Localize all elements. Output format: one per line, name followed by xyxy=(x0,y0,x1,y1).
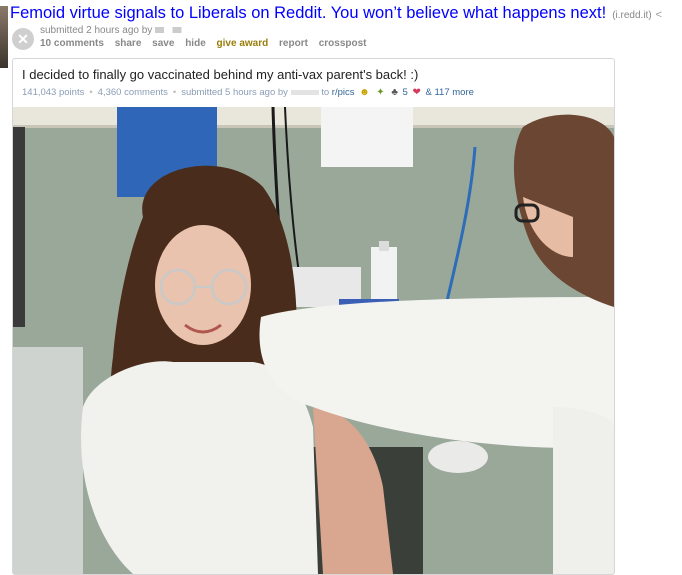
give-award-button[interactable]: give award xyxy=(217,38,269,49)
post-tagline: submitted 2 hours ago by xyxy=(40,25,200,36)
redacted-username xyxy=(155,27,200,34)
crosspost-button[interactable]: crosspost xyxy=(319,38,367,49)
share-icon[interactable]: < xyxy=(656,9,662,21)
embedded-post-meta: 141,043 points • 4,360 comments • submitted … xyxy=(22,87,474,98)
award-count: 5 xyxy=(402,87,408,98)
post-buttons: 10 comments share save hide give award r… xyxy=(40,38,375,49)
comments-button[interactable]: 10 comments xyxy=(40,38,104,49)
post-domain[interactable]: (i.redd.it) xyxy=(612,10,651,21)
heart-award-icon: ❤ xyxy=(412,87,421,98)
post-title-link[interactable]: Femoid virtue signals to Liberals on Red… xyxy=(10,4,606,22)
embedded-submitted: submitted 5 hours ago by xyxy=(181,87,288,98)
report-button[interactable]: report xyxy=(279,38,308,49)
more-awards-link[interactable]: & 117 more xyxy=(426,87,474,98)
award-icon: ♣ xyxy=(391,87,398,98)
save-button[interactable]: save xyxy=(152,38,174,49)
award-icon: ✦ xyxy=(376,87,385,98)
embedded-comments-count[interactable]: 4,360 comments xyxy=(98,87,168,98)
post-thumbnail[interactable] xyxy=(0,6,8,68)
post-title-line: Femoid virtue signals to Liberals on Red… xyxy=(10,4,662,23)
award-icon: ☻ xyxy=(359,87,370,98)
submitted-text: submitted 2 hours ago by xyxy=(40,25,153,36)
redacted-username xyxy=(290,89,319,95)
embedded-post-title[interactable]: I decided to finally go vaccinated behin… xyxy=(22,67,418,82)
close-icon[interactable]: ✕ xyxy=(12,28,34,50)
embedded-post: I decided to finally go vaccinated behin… xyxy=(12,58,615,575)
to-label: to xyxy=(321,87,330,98)
share-button[interactable]: share xyxy=(115,38,142,49)
hide-button[interactable]: hide xyxy=(185,38,206,49)
post-image[interactable] xyxy=(13,107,614,574)
points-count: 141,043 points xyxy=(22,87,85,98)
subreddit-link[interactable]: r/pics xyxy=(332,87,355,98)
